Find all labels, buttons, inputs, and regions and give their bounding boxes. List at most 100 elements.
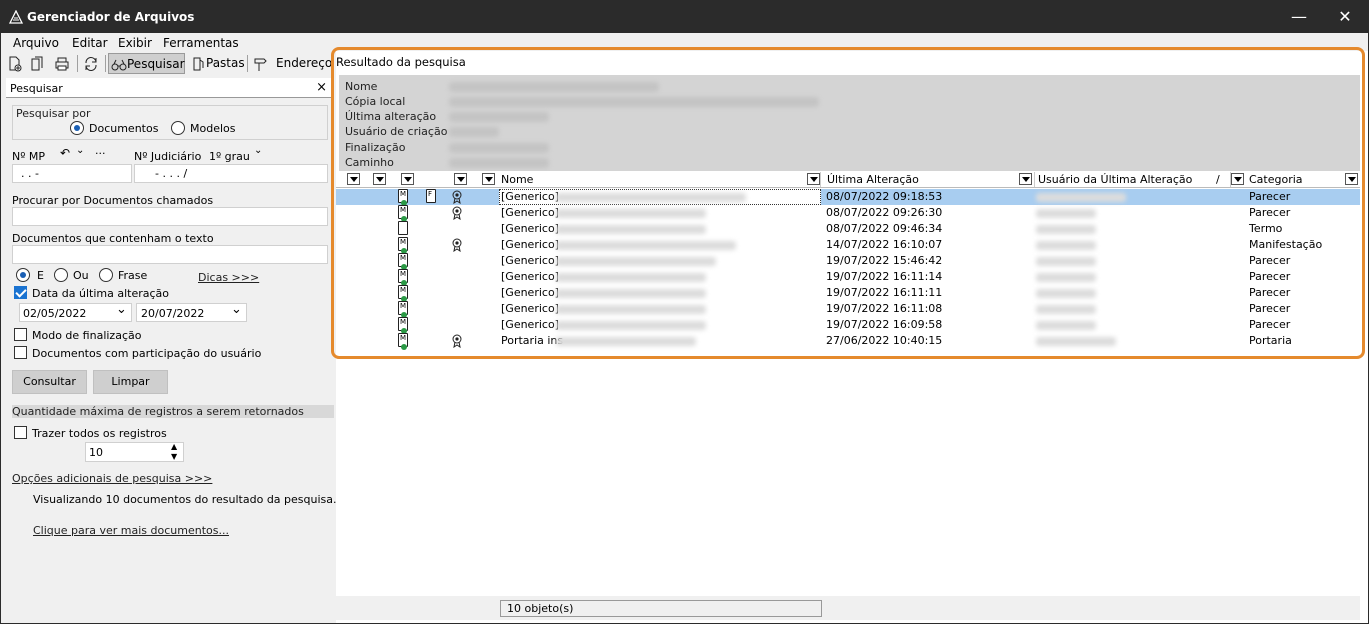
col-categoria-header[interactable]: Categoria xyxy=(1247,172,1359,187)
n-mp-input[interactable]: . . - xyxy=(12,164,132,183)
title-bar: Gerenciador de Arquivos — ✕ xyxy=(1,1,1368,33)
document-icon: M xyxy=(398,333,408,350)
col-nome-header[interactable]: Nome xyxy=(499,172,821,187)
filter-dropdown[interactable] xyxy=(401,173,414,185)
minimize-button[interactable]: — xyxy=(1276,1,1322,33)
grau-select[interactable]: 1º grau xyxy=(209,150,250,163)
filter-dropdown[interactable] xyxy=(1019,173,1032,185)
close-window-button[interactable]: ✕ xyxy=(1322,1,1368,33)
table-row[interactable]: [Generico] 08/07/2022 09:46:34 Termo xyxy=(336,221,1360,237)
cell-categoria: Termo xyxy=(1249,222,1283,235)
pesquisar-button[interactable]: Pesquisar xyxy=(108,53,185,74)
radio-ou[interactable] xyxy=(54,268,68,282)
procurar-label: Procurar por Documentos chamados xyxy=(12,194,214,207)
date-from-picker[interactable]: 02/05/2022 ⌄ xyxy=(19,302,132,322)
toolbar-separator xyxy=(105,55,106,72)
cell-nome: [Generico] xyxy=(501,318,559,331)
menu-arquivo[interactable]: Arquivo xyxy=(13,36,59,50)
seal-icon xyxy=(452,238,462,252)
consultar-button[interactable]: Consultar xyxy=(12,370,87,394)
trazer-todos-checkbox[interactable] xyxy=(14,426,27,439)
filter-dropdown[interactable] xyxy=(807,173,820,185)
copy-document-icon xyxy=(31,56,43,70)
stepper-down-icon[interactable]: ▼ xyxy=(171,452,177,461)
table-row[interactable]: M F [Generico] 08/07/2022 09:18:53 Parecer xyxy=(336,189,1360,206)
col-ultima-header[interactable]: Última Alteração xyxy=(825,172,1035,187)
cell-nome: [Generico] xyxy=(501,222,559,235)
more-icon[interactable]: ··· xyxy=(95,147,106,160)
new-document-button[interactable] xyxy=(7,53,23,74)
search-panel-title: Pesquisar xyxy=(10,82,63,95)
table-row[interactable]: M [Generico] 14/07/2022 16:10:07 Manifestaç… xyxy=(336,237,1360,254)
n-mp-value: . . - xyxy=(21,167,39,180)
print-button[interactable] xyxy=(54,53,70,74)
stepper-up-icon[interactable]: ▲ xyxy=(171,442,177,451)
filter-dropdown[interactable] xyxy=(1231,173,1244,185)
window-title: Gerenciador de Arquivos xyxy=(27,10,195,24)
n-judiciario-input[interactable]: - . . . / xyxy=(134,164,328,183)
table-row[interactable]: M [Generico] 19/07/2022 16:11:11 Parecer xyxy=(336,285,1360,302)
copy-document-button[interactable] xyxy=(30,53,46,74)
chevron-down-icon[interactable]: ⌄ xyxy=(231,302,242,317)
redacted-user xyxy=(1036,209,1096,218)
results-title: Resultado da pesquisa xyxy=(336,55,466,69)
redacted-user xyxy=(1036,305,1096,314)
filter-dropdown[interactable] xyxy=(347,173,360,185)
chevron-down-icon[interactable]: ⌄ xyxy=(116,302,127,317)
redacted-user xyxy=(1036,289,1096,298)
pastas-button[interactable]: Pastas xyxy=(190,53,245,74)
table-row[interactable]: M [Generico] 19/07/2022 16:09:58 Parecer xyxy=(336,317,1360,334)
redacted-name xyxy=(556,337,696,346)
cell-categoria: Manifestação xyxy=(1249,238,1323,251)
filter-dropdown[interactable] xyxy=(373,173,386,185)
cell-ultima-alteracao: 14/07/2022 16:10:07 xyxy=(826,238,943,251)
prop-caminho-label: Caminho xyxy=(345,156,394,169)
table-row[interactable]: M Portaria ins 27/06/2022 10:40:15 Portaria xyxy=(336,333,1360,350)
modo-finalizacao-checkbox[interactable] xyxy=(14,328,27,341)
data-ultima-checkbox[interactable] xyxy=(14,286,27,299)
contenham-input[interactable] xyxy=(12,245,328,264)
filter-dropdown[interactable] xyxy=(1345,173,1358,185)
dicas-link[interactable]: Dicas >>> xyxy=(198,271,259,284)
chevron-down-icon[interactable]: ⌄ xyxy=(254,145,262,156)
col-usuario-header[interactable]: Usuário da Última Alteração xyxy=(1036,172,1231,187)
radio-modelos[interactable] xyxy=(171,121,185,135)
filter-dropdown[interactable] xyxy=(454,173,467,185)
table-row[interactable]: M [Generico] 19/07/2022 15:46:42 Parecer xyxy=(336,253,1360,270)
radio-frase[interactable] xyxy=(99,268,113,282)
cell-nome: [Generico] xyxy=(501,190,559,203)
table-row[interactable]: M [Generico] 19/07/2022 16:11:08 Parecer xyxy=(336,301,1360,318)
opcoes-adicionais-link[interactable]: Opções adicionais de pesquisa >>> xyxy=(12,472,212,485)
refresh-button[interactable] xyxy=(83,53,99,74)
toolbar: Pesquisar Pastas Endereço xyxy=(1,52,336,75)
cell-nome: [Generico] xyxy=(501,302,559,315)
close-panel-icon[interactable]: × xyxy=(316,80,327,95)
limpar-button[interactable]: Limpar xyxy=(93,370,168,394)
docs-participacao-checkbox[interactable] xyxy=(14,346,27,359)
qtd-max-label: Quantidade máxima de registros a serem r… xyxy=(12,405,334,418)
qtd-value: 10 xyxy=(89,446,103,459)
procurar-input[interactable] xyxy=(12,207,328,226)
qtd-stepper[interactable]: 10 ▲ ▼ xyxy=(85,442,184,462)
date-to-picker[interactable]: 20/07/2022 ⌄ xyxy=(136,302,247,322)
cell-ultima-alteracao: 08/07/2022 09:46:34 xyxy=(826,222,943,235)
redacted-name xyxy=(556,289,706,298)
menu-exibir[interactable]: Exibir xyxy=(118,36,152,50)
table-row[interactable]: M [Generico] 08/07/2022 09:26:30 Parecer xyxy=(336,205,1360,222)
filter-dropdown[interactable] xyxy=(482,173,495,185)
clique-mais-link[interactable]: Clique para ver mais documentos... xyxy=(33,524,229,537)
table-row[interactable]: M [Generico] 19/07/2022 16:11:14 Parecer xyxy=(336,269,1360,286)
menu-ferramentas[interactable]: Ferramentas xyxy=(163,36,239,50)
document-icon: M xyxy=(398,237,408,254)
cell-categoria: Parecer xyxy=(1249,254,1291,267)
sort-indicator: / xyxy=(1216,173,1220,186)
cell-categoria: Parecer xyxy=(1249,318,1291,331)
app-window: Gerenciador de Arquivos — ✕ Arquivo Edit… xyxy=(0,0,1369,624)
radio-documentos[interactable] xyxy=(70,121,84,135)
endereco-button[interactable]: Endereço xyxy=(252,53,332,74)
undo-icon[interactable]: ↶ xyxy=(60,146,70,160)
radio-e[interactable] xyxy=(16,268,30,282)
properties-panel: Nome Cópia local Última alteração Usuári… xyxy=(339,75,1360,171)
menu-editar[interactable]: Editar xyxy=(72,36,108,50)
chevron-down-icon[interactable]: ⌄ xyxy=(76,145,84,156)
